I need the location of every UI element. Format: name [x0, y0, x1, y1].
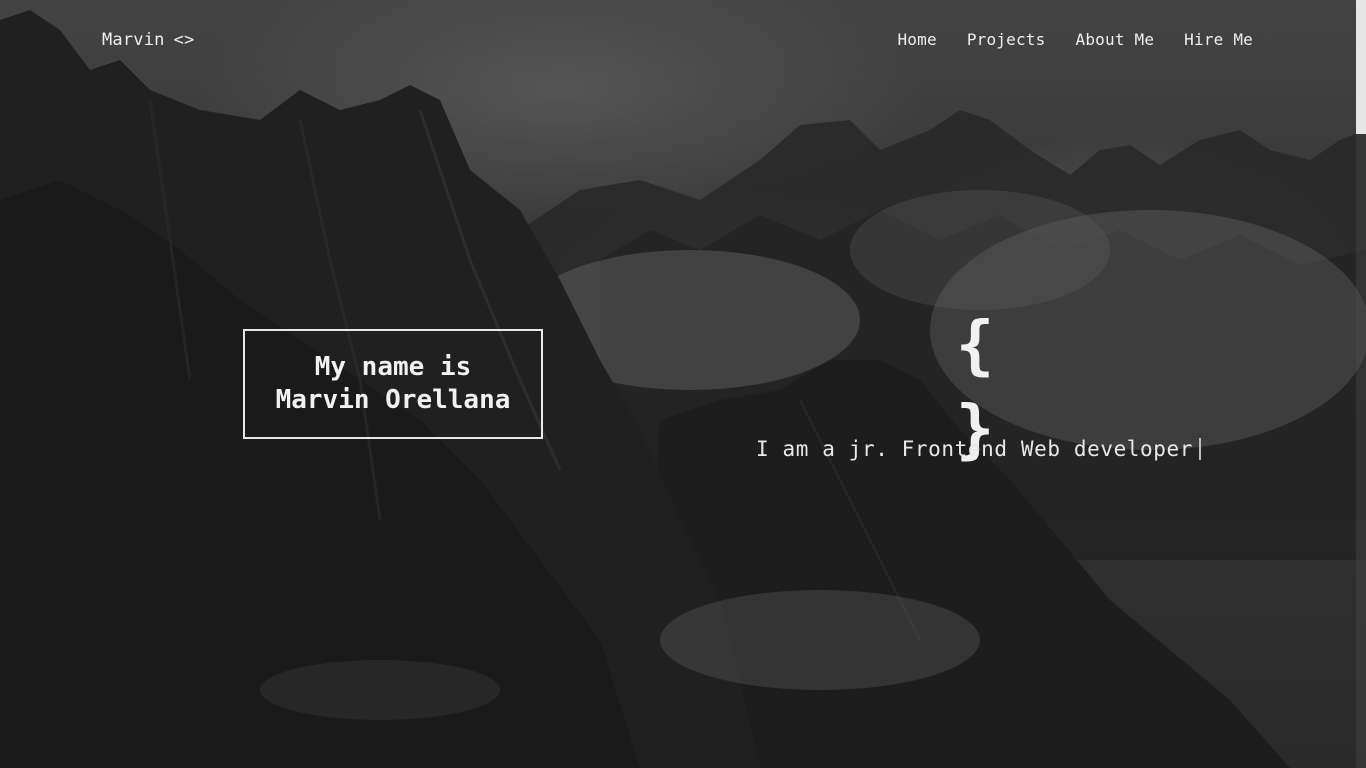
top-navbar: Marvin <> Home Projects About Me Hire Me	[0, 0, 1356, 80]
nav-link-hire-me[interactable]: Hire Me	[1184, 30, 1253, 49]
name-heading-line1: My name is	[314, 352, 472, 382]
name-heading-box: My name is Marvin Orellana	[243, 329, 543, 439]
nav-link-projects[interactable]: Projects	[967, 30, 1046, 49]
curly-braces-icon: { }	[955, 309, 995, 467]
brand-name: Marvin	[102, 30, 165, 50]
dark-overlay	[0, 0, 1366, 768]
nav-link-home[interactable]: Home	[897, 30, 936, 49]
nav-links: Home Projects About Me Hire Me	[897, 30, 1253, 49]
nav-item-projects: Projects	[967, 30, 1046, 49]
nav-item-home: Home	[897, 30, 936, 49]
tagline: I am a jr. Frontend Web developer	[756, 437, 1202, 461]
nav-item-hire-me: Hire Me	[1184, 30, 1253, 49]
scrollbar-thumb[interactable]	[1356, 0, 1366, 134]
nav-link-about-me[interactable]: About Me	[1075, 30, 1154, 49]
code-brackets-icon: <>	[173, 30, 195, 50]
typing-cursor	[1199, 438, 1202, 460]
nav-item-about-me: About Me	[1075, 30, 1154, 49]
name-heading-line2: Marvin Orellana	[275, 385, 511, 415]
hero-section: Marvin <> Home Projects About Me Hire Me…	[0, 0, 1366, 768]
tagline-text: I am a jr. Frontend Web developer	[756, 437, 1194, 461]
brand-link[interactable]: Marvin <>	[102, 30, 194, 50]
scrollbar-track[interactable]	[1356, 0, 1366, 768]
